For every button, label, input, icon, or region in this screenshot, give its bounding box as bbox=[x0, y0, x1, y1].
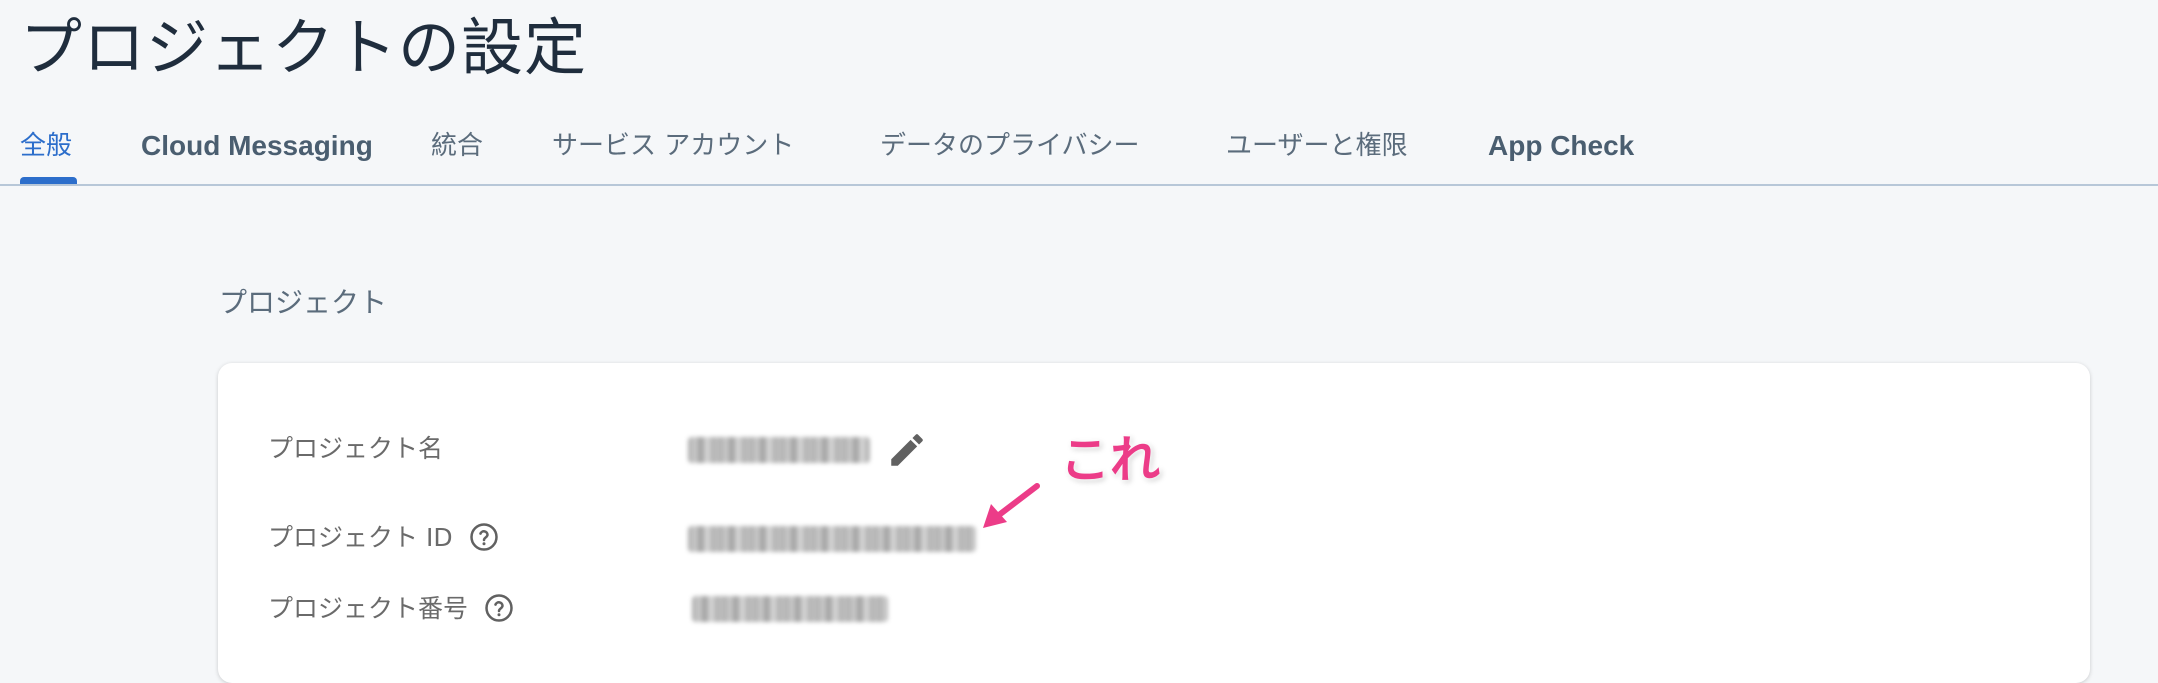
settings-tab-bar: 全般 Cloud Messaging 統合 サービス アカウント データのプライ… bbox=[0, 118, 2158, 186]
project-id-label-text: プロジェクト ID bbox=[268, 523, 453, 552]
tab-integrations[interactable]: 統合 bbox=[431, 118, 483, 174]
project-settings-card bbox=[218, 363, 2090, 683]
tab-cloud-messaging[interactable]: Cloud Messaging bbox=[141, 118, 373, 174]
project-name-value bbox=[688, 437, 870, 463]
page-title: プロジェクトの設定 bbox=[20, 11, 588, 84]
project-number-label-text: プロジェクト番号 bbox=[268, 594, 469, 623]
annotation-arrow-icon bbox=[983, 483, 1040, 528]
active-tab-indicator bbox=[20, 177, 77, 184]
project-name-label-text: プロジェクト名 bbox=[268, 434, 444, 463]
project-number-label: プロジェクト番号 bbox=[268, 591, 514, 627]
annotation-label: これ bbox=[1060, 431, 1160, 489]
project-id-value bbox=[688, 526, 976, 552]
tab-app-check[interactable]: App Check bbox=[1488, 118, 1634, 174]
project-id-label: プロジェクト ID bbox=[268, 520, 499, 556]
tab-service-accounts[interactable]: サービス アカウント bbox=[552, 118, 794, 174]
section-heading-project: プロジェクト bbox=[219, 286, 388, 319]
tab-data-privacy[interactable]: データのプライバシー bbox=[880, 118, 1139, 174]
tab-users-permissions[interactable]: ユーザーと権限 bbox=[1226, 118, 1407, 174]
project-number-value bbox=[692, 596, 888, 622]
help-circle-icon[interactable] bbox=[484, 593, 514, 623]
project-name-label: プロジェクト名 bbox=[268, 431, 443, 467]
tab-general[interactable]: 全般 bbox=[20, 118, 72, 174]
help-circle-icon[interactable] bbox=[469, 522, 499, 552]
pencil-icon[interactable] bbox=[886, 429, 928, 471]
